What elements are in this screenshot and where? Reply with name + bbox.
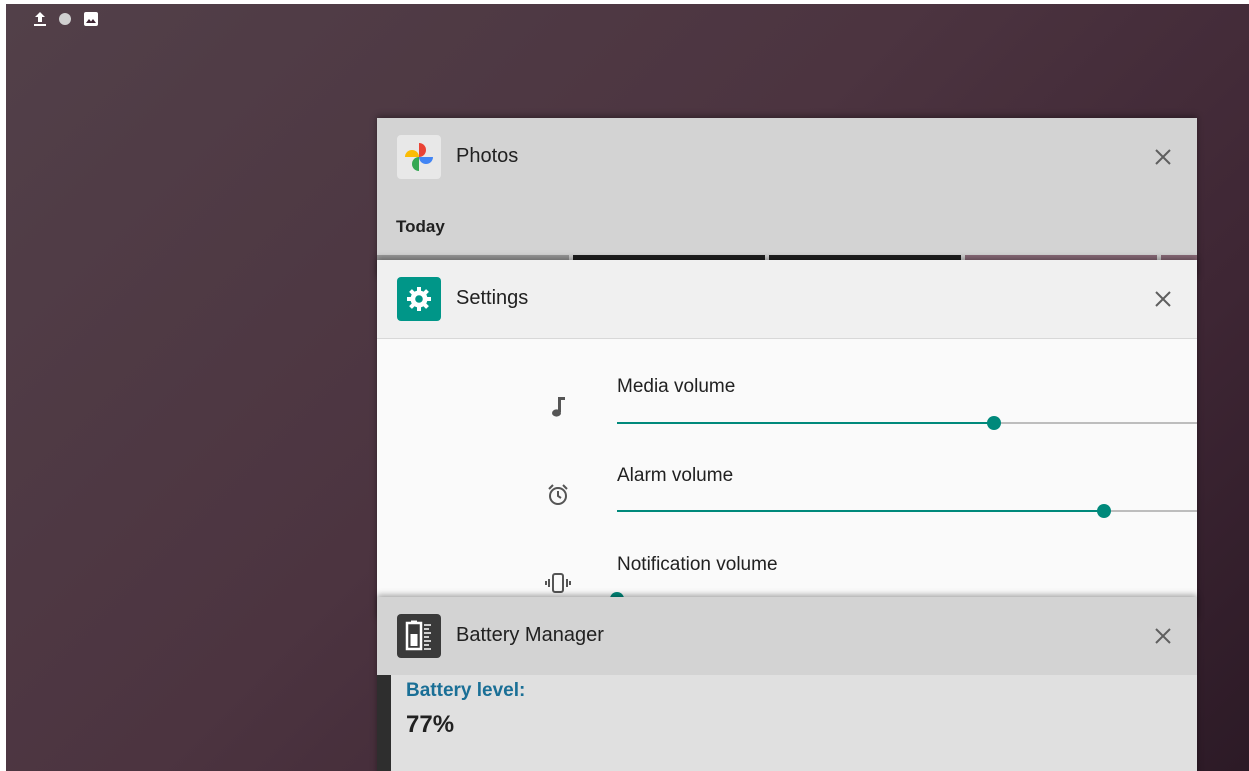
settings-title: Settings [456, 287, 529, 309]
photos-title: Photos [456, 145, 519, 167]
battery-app-icon [397, 614, 441, 658]
vibrate-icon [545, 570, 571, 596]
alarm-volume-thumb[interactable] [1097, 504, 1111, 518]
battery-card-header[interactable]: Battery Manager [377, 597, 1197, 675]
upload-icon [33, 11, 47, 32]
settings-card[interactable]: Settings Media volume Alarm volume Notif… [377, 260, 1197, 620]
battery-close-button[interactable] [1151, 624, 1175, 648]
media-volume-label: Media volume [617, 376, 736, 397]
photos-section-label: Today [396, 217, 445, 236]
media-volume-fill [617, 422, 994, 424]
notification-volume-label: Notification volume [617, 554, 778, 575]
photos-card[interactable]: Photos Today [377, 118, 1197, 278]
circle-icon [57, 11, 73, 32]
status-bar [33, 11, 99, 31]
alarm-volume-label: Alarm volume [617, 465, 734, 486]
media-volume-slider[interactable] [617, 416, 1197, 430]
battery-manager-card[interactable]: Battery Manager Battery level: 77% [377, 597, 1197, 771]
settings-card-header[interactable]: Settings [377, 260, 1197, 339]
close-icon [1155, 291, 1171, 307]
battery-side-strip [377, 675, 391, 771]
alarm-volume-row: Alarm volume [377, 453, 1197, 543]
music-note-icon [545, 394, 571, 420]
alarm-volume-fill [617, 510, 1104, 512]
photos-app-icon [397, 135, 441, 179]
recents-screen: Photos Today Settings Media volume Alarm… [6, 4, 1249, 771]
battery-title: Battery Manager [456, 624, 604, 646]
settings-app-icon [397, 277, 441, 321]
pinwheel-icon [405, 143, 433, 171]
media-volume-row: Media volume [377, 364, 1197, 454]
battery-content: Battery level: 77% [377, 675, 1197, 771]
gear-icon [407, 287, 431, 311]
battery-icon [405, 620, 431, 651]
battery-level-label: Battery level: [406, 680, 526, 701]
close-icon [1155, 149, 1171, 165]
media-volume-thumb[interactable] [987, 416, 1001, 430]
battery-level-value: 77% [406, 711, 455, 738]
image-icon [83, 11, 99, 32]
photos-card-header[interactable]: Photos [377, 118, 1197, 196]
alarm-clock-icon [545, 482, 571, 508]
alarm-volume-slider[interactable] [617, 504, 1197, 518]
photos-close-button[interactable] [1151, 145, 1175, 169]
settings-close-button[interactable] [1151, 287, 1175, 311]
close-icon [1155, 628, 1171, 644]
